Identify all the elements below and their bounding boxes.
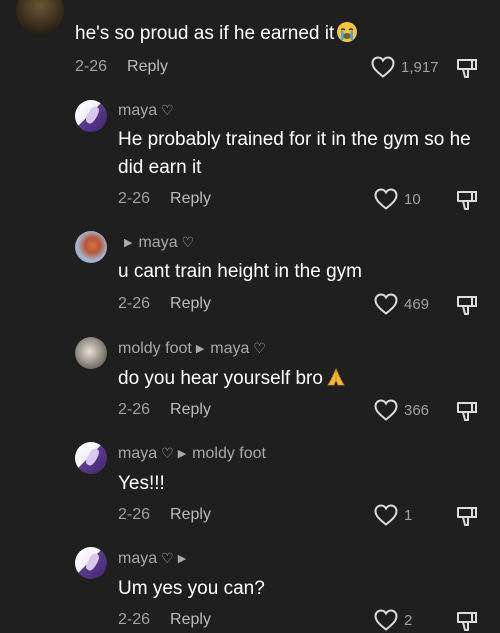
comment-date: 2-26 <box>118 506 151 523</box>
reply-button[interactable]: Reply <box>170 401 211 418</box>
heart-outline-icon: ♡ <box>181 234 195 250</box>
like-count: 366 <box>404 401 430 419</box>
heart-icon <box>374 188 398 210</box>
like-button[interactable]: 469 <box>374 293 429 315</box>
heart-icon <box>374 609 398 631</box>
author-name: moldy foot <box>118 340 192 357</box>
comment-text-wrapper: do you hear yourself bro <box>118 365 347 393</box>
avatar[interactable] <box>75 337 107 369</box>
reply-to-name[interactable]: moldy foot <box>192 445 266 462</box>
heart-outline-icon: ♡ <box>161 102 174 118</box>
like-button[interactable]: 1 <box>374 504 412 526</box>
like-count: 1 <box>404 506 413 524</box>
comment-text: He probably trained for it in the gym so… <box>118 129 471 178</box>
comment-date: 2-26 <box>118 611 151 628</box>
comment-meta: 2-26 Reply <box>118 190 211 208</box>
heart-icon <box>374 293 398 315</box>
comment-meta: 2-26 Reply <box>118 295 211 313</box>
reply-to-name[interactable]: maya <box>138 234 177 251</box>
like-button[interactable]: 2 <box>374 609 412 631</box>
avatar[interactable] <box>75 547 107 579</box>
heart-outline-icon: ♡ <box>161 445 174 461</box>
heart-icon <box>374 504 398 526</box>
reply-button[interactable]: Reply <box>127 58 168 75</box>
like-count: 1,917 <box>401 58 439 76</box>
author-name: maya <box>118 102 158 119</box>
comment-author[interactable]: maya ♡ ▶ moldy foot <box>118 445 266 463</box>
thumbs-down-icon[interactable] <box>455 293 479 317</box>
folded-hands-emoji <box>327 368 345 386</box>
thumbs-down-icon[interactable] <box>455 188 479 212</box>
reply-button[interactable]: Reply <box>170 190 211 207</box>
comment-meta: 2-26 Reply <box>75 58 168 76</box>
comment-author[interactable]: maya ♡ ▶ <box>118 550 192 568</box>
reply-button[interactable]: Reply <box>170 506 211 523</box>
comment-date: 2-26 <box>118 401 151 418</box>
triangle-right-icon: ▶ <box>177 553 187 565</box>
comment-author[interactable]: ▶ maya ♡ <box>118 234 194 252</box>
comment-author[interactable]: maya ♡ <box>118 102 174 120</box>
like-count: 469 <box>404 295 430 313</box>
reply-to-name[interactable]: maya <box>210 340 249 357</box>
thumbs-down-icon[interactable] <box>455 399 479 423</box>
avatar[interactable] <box>16 0 64 34</box>
triangle-right-icon: ▶ <box>124 237 133 249</box>
like-button[interactable]: 366 <box>374 399 429 421</box>
like-count: 10 <box>404 190 421 208</box>
thumbs-down-icon[interactable] <box>455 609 479 633</box>
loudly-crying-face-emoji <box>337 22 358 42</box>
thumbs-down-icon[interactable] <box>455 56 479 80</box>
avatar[interactable] <box>75 442 107 474</box>
comment-text: he's so proud as if he earned it <box>75 23 335 44</box>
thumbs-down-icon[interactable] <box>455 504 479 528</box>
like-count: 2 <box>404 611 413 629</box>
reply-button[interactable]: Reply <box>170 611 211 628</box>
comment-date: 2-26 <box>75 58 108 75</box>
like-button[interactable]: 10 <box>374 188 421 210</box>
comment-text-wrapper: he's so proud as if he earned it <box>75 20 358 48</box>
comment-date: 2-26 <box>118 190 151 207</box>
avatar[interactable] <box>75 231 107 263</box>
author-name: maya <box>118 550 158 567</box>
comment-text: Um yes you can? <box>118 578 265 599</box>
avatar[interactable] <box>75 100 107 132</box>
author-name: maya <box>118 445 158 462</box>
comment-meta: 2-26 Reply <box>118 611 211 629</box>
triangle-right-icon: ▶ <box>177 448 187 460</box>
comment-author[interactable]: moldy foot ▶ maya ♡ <box>118 340 266 358</box>
comment-text: do you hear yourself bro <box>118 368 323 389</box>
comment-text: u cant train height in the gym <box>118 261 362 282</box>
heart-outline-icon: ♡ <box>161 550 174 566</box>
comment-date: 2-26 <box>118 295 151 312</box>
comment-meta: 2-26 Reply <box>118 401 211 419</box>
heart-icon <box>371 56 395 78</box>
comment-text: Yes!!! <box>118 473 165 494</box>
heart-outline-icon: ♡ <box>253 340 266 356</box>
comment-meta: 2-26 Reply <box>118 506 211 524</box>
reply-button[interactable]: Reply <box>170 295 211 312</box>
like-button[interactable]: 1,917 <box>371 56 439 78</box>
heart-icon <box>374 399 398 421</box>
triangle-right-icon: ▶ <box>195 343 205 355</box>
